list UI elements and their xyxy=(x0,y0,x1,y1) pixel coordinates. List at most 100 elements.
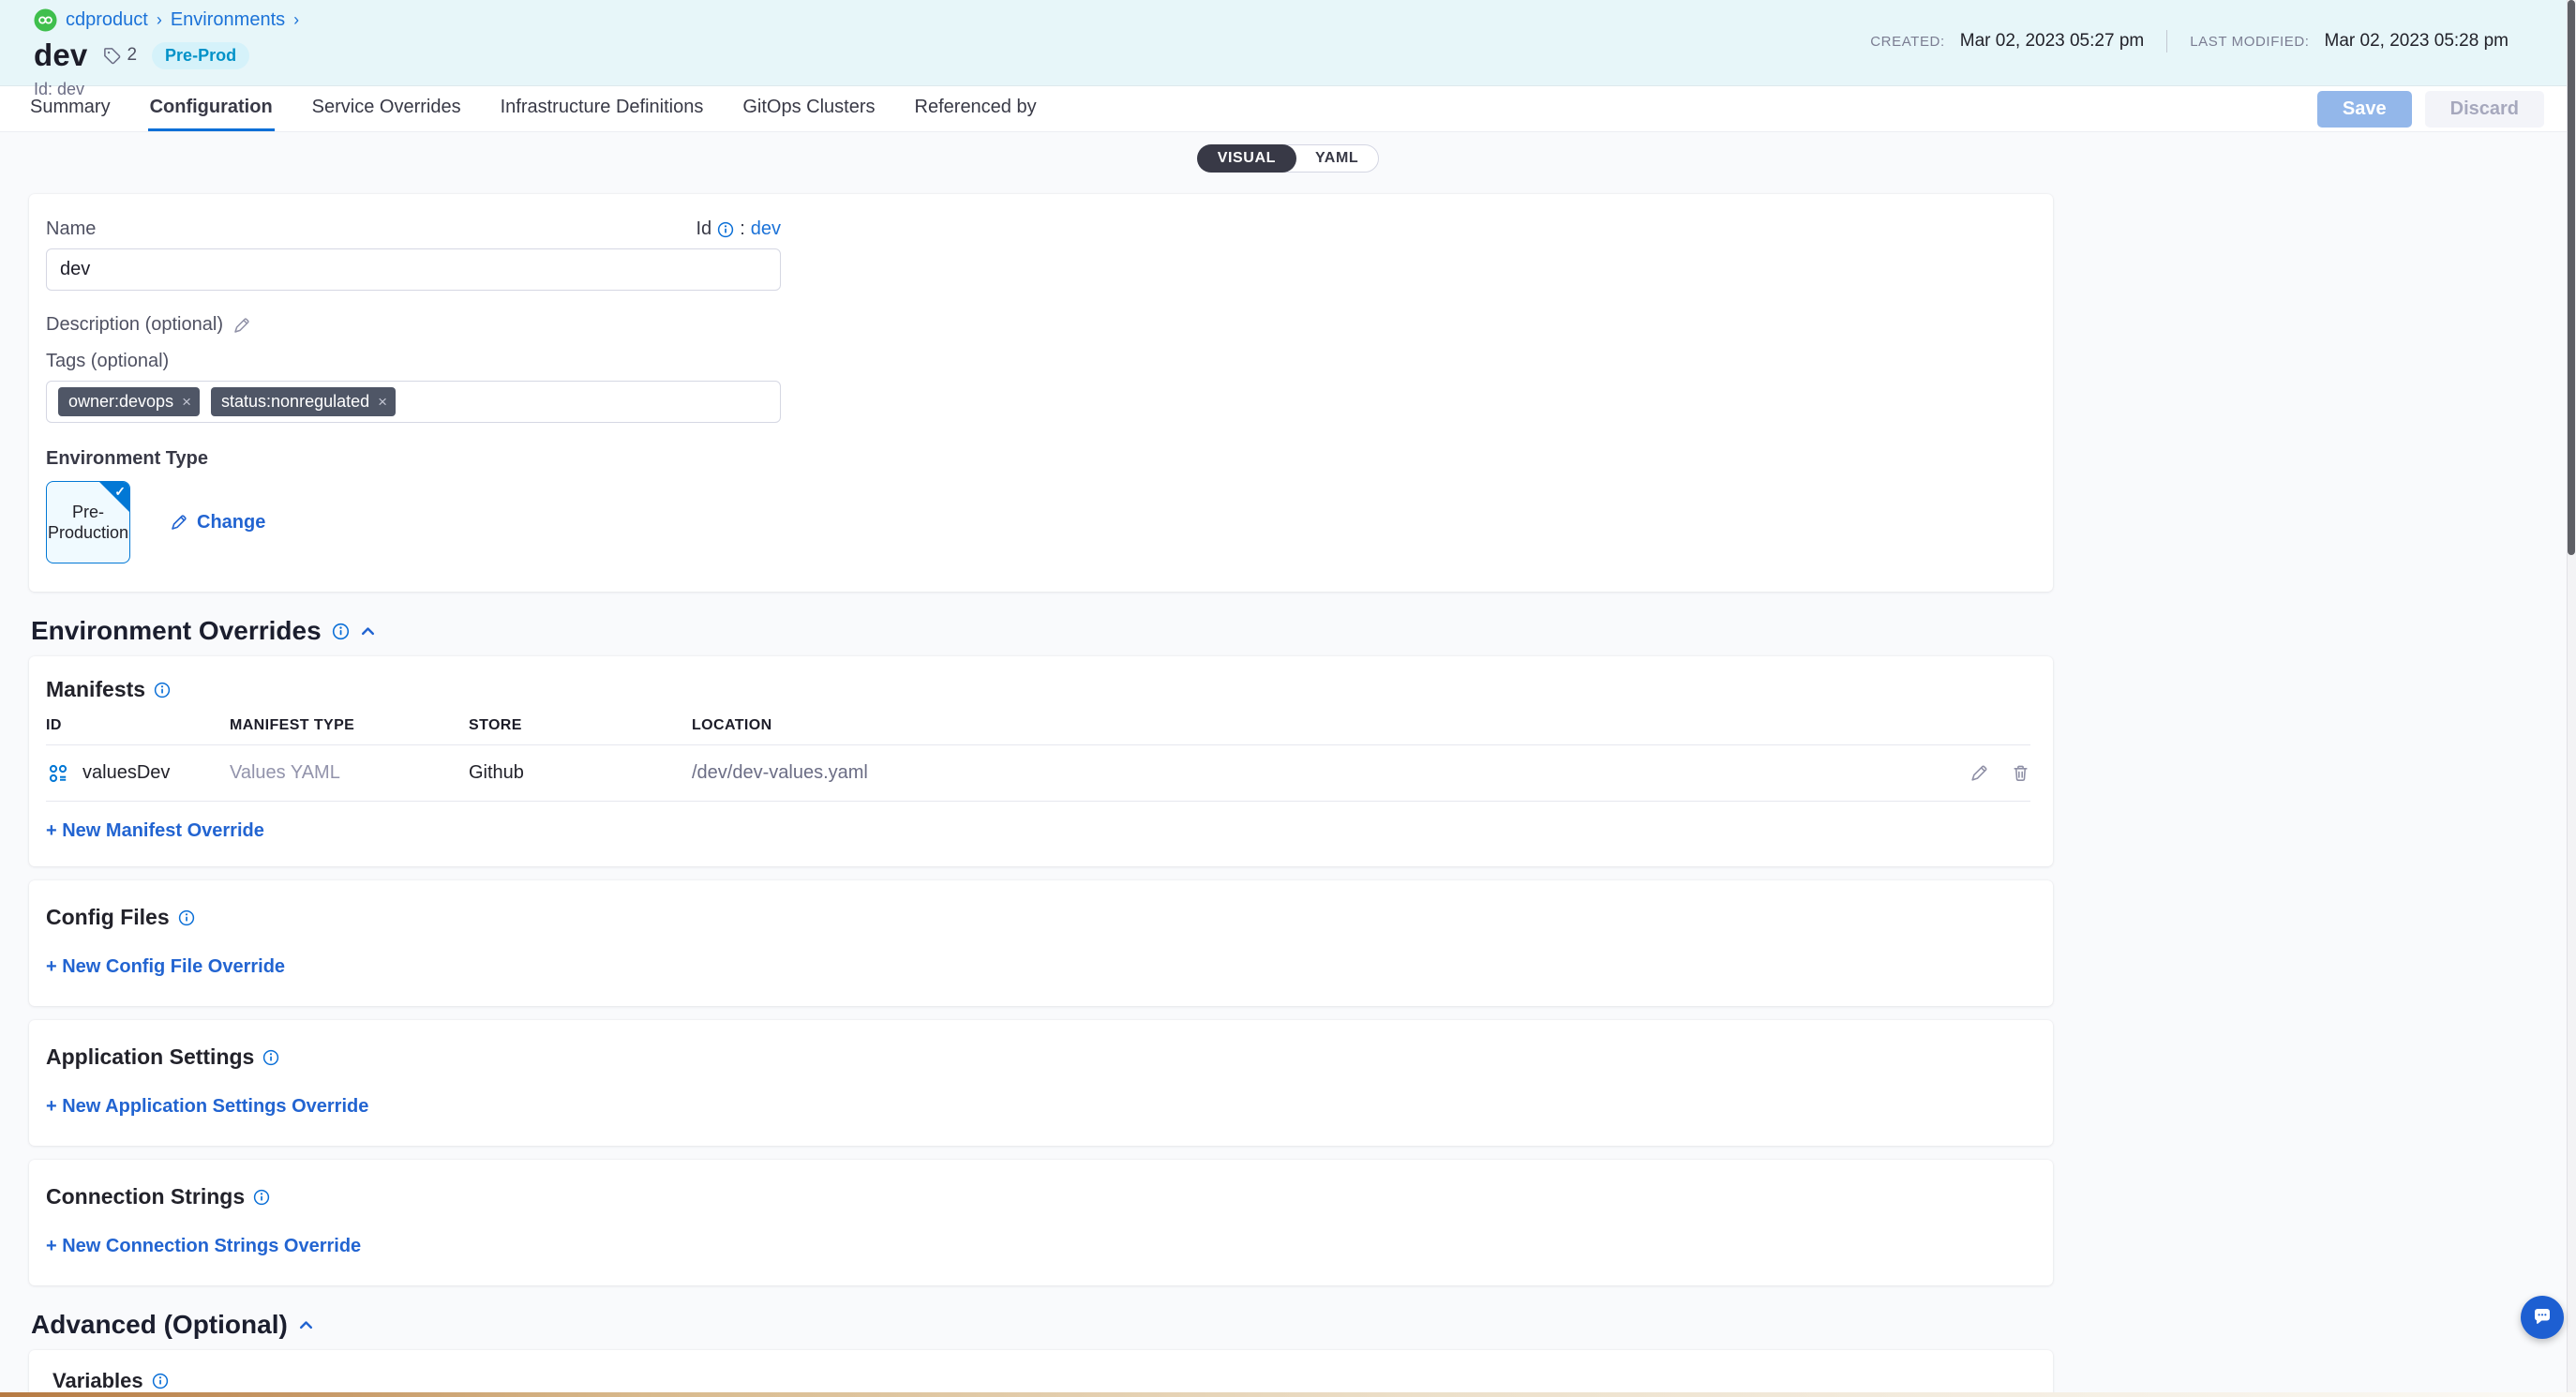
project-link-icon xyxy=(34,8,57,32)
tag-chip: owner:devops × xyxy=(58,387,200,416)
config-files-title: Config Files xyxy=(46,905,170,930)
info-icon[interactable] xyxy=(332,623,350,640)
check-icon: ✓ xyxy=(114,484,126,501)
id-value-link[interactable]: dev xyxy=(751,218,781,240)
entity-id-line: Id: dev xyxy=(34,80,2576,99)
tags-input[interactable]: owner:devops × status:nonregulated × xyxy=(46,381,781,423)
audit-meta: CREATED: Mar 02, 2023 05:27 pm LAST MODI… xyxy=(1870,30,2509,53)
description-edit-button[interactable] xyxy=(232,316,251,335)
environment-config-page: cdproduct › Environments › dev 2 Pre-Pro… xyxy=(0,0,2576,1397)
new-connection-strings-override-link[interactable]: + New Connection Strings Override xyxy=(46,1236,361,1257)
name-input[interactable] xyxy=(46,248,781,291)
breadcrumb-environments[interactable]: Environments xyxy=(171,9,285,31)
config-files-subhead: Config Files xyxy=(46,905,2030,930)
id-separator: : xyxy=(740,218,745,240)
environment-type-label: Environment Type xyxy=(46,448,2034,470)
delete-manifest-button[interactable] xyxy=(2011,763,2030,783)
advanced-heading: Advanced (Optional) xyxy=(31,1310,2576,1340)
tag-count-value: 2 xyxy=(127,45,137,66)
toggle-visual[interactable]: VISUAL xyxy=(1197,144,1296,173)
modified-label: LAST MODIFIED: xyxy=(2190,34,2309,50)
manifest-row: valuesDev Values YAML Github /dev/dev-va… xyxy=(46,745,2030,802)
col-id: ID xyxy=(46,717,230,734)
chat-widget-button[interactable] xyxy=(2521,1296,2564,1339)
col-store: STORE xyxy=(469,717,692,734)
info-icon[interactable] xyxy=(253,1189,270,1206)
tag-icon xyxy=(102,46,122,66)
info-icon[interactable] xyxy=(262,1049,279,1066)
tag-chip-label: status:nonregulated xyxy=(221,392,369,412)
edit-manifest-button[interactable] xyxy=(1969,763,1989,783)
desktop-edge-strip xyxy=(0,1392,2576,1397)
manifest-id: valuesDev xyxy=(82,762,170,784)
main-content: VISUAL YAML Name Id : dev Description (o… xyxy=(0,132,2576,1397)
new-config-file-override-link[interactable]: + New Config File Override xyxy=(46,956,285,978)
manifests-card: Manifests ID MANIFEST TYPE STORE LOCATIO… xyxy=(29,656,2053,866)
tag-remove-icon[interactable]: × xyxy=(378,394,387,410)
collapse-chevron-icon[interactable] xyxy=(360,623,376,639)
environment-type-card[interactable]: Pre-Production ✓ xyxy=(46,481,130,563)
tag-count: 2 xyxy=(102,45,137,66)
tags-label: Tags (optional) xyxy=(46,351,169,372)
created-label: CREATED: xyxy=(1870,34,1945,50)
environment-overrides-heading: Environment Overrides xyxy=(31,616,2576,646)
variables-card: Variables NAME TYPE VALUE String xyxy=(29,1350,2053,1397)
breadcrumb: cdproduct › Environments › xyxy=(34,8,2576,32)
breadcrumb-project[interactable]: cdproduct xyxy=(66,9,148,31)
advanced-title: Advanced (Optional) xyxy=(31,1310,288,1340)
pencil-icon xyxy=(170,513,188,532)
manifests-subhead: Manifests xyxy=(46,677,2030,702)
id-info-icon[interactable] xyxy=(717,221,734,238)
manifest-location: /dev/dev-values.yaml xyxy=(692,762,1946,784)
manifest-id-cell: valuesDev xyxy=(46,761,230,786)
tag-chip-label: owner:devops xyxy=(68,392,173,412)
name-label: Name xyxy=(46,218,96,240)
col-location: LOCATION xyxy=(692,717,1946,734)
tag-chip: status:nonregulated × xyxy=(211,387,396,416)
tag-remove-icon[interactable]: × xyxy=(182,394,191,410)
scrollbar-thumb[interactable] xyxy=(2568,0,2575,555)
description-row: Description (optional) xyxy=(46,314,2034,336)
environment-overrides-title: Environment Overrides xyxy=(31,616,322,646)
info-icon[interactable] xyxy=(178,909,195,926)
environment-form-card: Name Id : dev Description (optional) xyxy=(29,194,2053,592)
variables-title: Variables xyxy=(52,1369,143,1393)
manifest-type: Values YAML xyxy=(230,762,469,784)
name-field-head: Name Id : dev xyxy=(46,218,781,240)
modified-value: Mar 02, 2023 05:28 pm xyxy=(2325,31,2509,52)
manifest-store: Github xyxy=(469,762,692,784)
page-title: dev xyxy=(34,38,87,73)
info-icon[interactable] xyxy=(152,1373,169,1389)
connection-strings-card: Connection Strings + New Connection Stri… xyxy=(29,1160,2053,1285)
info-icon[interactable] xyxy=(154,682,171,698)
breadcrumb-separator: › xyxy=(293,10,299,30)
change-env-type-link[interactable]: Change xyxy=(170,512,265,533)
id-prefix: Id xyxy=(696,218,712,240)
manifest-row-actions xyxy=(1946,763,2030,783)
breadcrumb-separator: › xyxy=(157,10,162,30)
manifests-table-header: ID MANIFEST TYPE STORE LOCATION xyxy=(46,717,2030,745)
new-application-settings-override-link[interactable]: + New Application Settings Override xyxy=(46,1096,368,1118)
visual-yaml-toggle: VISUAL YAML xyxy=(1197,144,1380,173)
application-settings-subhead: Application Settings xyxy=(46,1044,2030,1070)
created-value: Mar 02, 2023 05:27 pm xyxy=(1960,31,2144,52)
id-hint: Id : dev xyxy=(696,218,782,240)
connection-strings-title: Connection Strings xyxy=(46,1184,245,1209)
application-settings-title: Application Settings xyxy=(46,1044,254,1070)
col-manifest-type: MANIFEST TYPE xyxy=(230,717,469,734)
page-header: cdproduct › Environments › dev 2 Pre-Pro… xyxy=(0,0,2576,86)
collapse-chevron-icon[interactable] xyxy=(298,1317,314,1333)
application-settings-card: Application Settings + New Application S… xyxy=(29,1020,2053,1146)
toggle-yaml[interactable]: YAML xyxy=(1295,145,1378,172)
connection-strings-subhead: Connection Strings xyxy=(46,1184,2030,1209)
change-label: Change xyxy=(197,512,265,533)
scrollbar-track xyxy=(2567,0,2576,1397)
chat-bubble-icon xyxy=(2531,1306,2554,1329)
new-manifest-override-link[interactable]: + New Manifest Override xyxy=(46,820,264,842)
env-type-badge: Pre-Prod xyxy=(152,42,249,69)
variables-subhead: Variables xyxy=(52,1369,2030,1393)
config-files-card: Config Files + New Config File Override xyxy=(29,880,2053,1006)
manifest-icon xyxy=(46,761,70,786)
tags-label-row: Tags (optional) xyxy=(46,351,2034,372)
environment-type-row: Pre-Production ✓ Change xyxy=(46,481,2034,563)
